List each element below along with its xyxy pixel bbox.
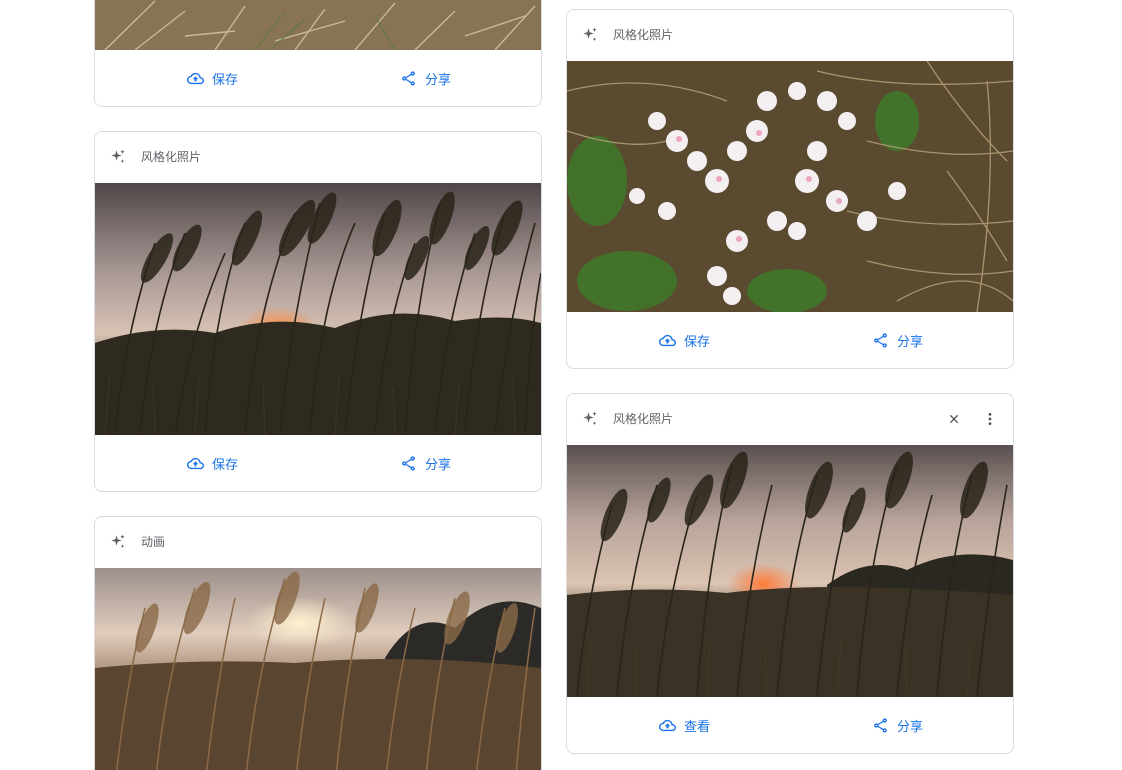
share-icon — [874, 718, 887, 733]
save-button-label: 保存 — [684, 335, 711, 350]
card-type-label: 风格化照片 — [613, 28, 674, 42]
share-button-label: 分享 — [897, 335, 924, 350]
view-button-label: 查看 — [684, 720, 711, 735]
card-actions: 保存 分享 — [567, 312, 1013, 368]
result-image[interactable] — [567, 445, 1013, 697]
result-image[interactable] — [95, 183, 541, 435]
result-image[interactable] — [95, 0, 541, 50]
sparkle-icon — [111, 149, 125, 163]
close-icon — [949, 414, 959, 424]
sparkle-icon — [111, 534, 125, 548]
card-type-label: 风格化照片 — [613, 412, 674, 426]
share-icon — [402, 71, 415, 86]
card-actions: 查看 分享 — [567, 697, 1013, 753]
card-header: 动画 — [95, 517, 541, 568]
result-card: 保存 分享 — [94, 0, 542, 107]
card-header: 风格化照片 — [567, 394, 1013, 445]
share-icon — [402, 456, 415, 471]
result-image[interactable] — [567, 61, 1013, 312]
close-button[interactable] — [942, 407, 966, 431]
share-icon — [874, 333, 887, 348]
cloud-upload-icon — [187, 457, 204, 470]
save-button[interactable]: 保存 — [187, 435, 239, 491]
card-type-label: 动画 — [141, 535, 166, 549]
card-header: 风格化照片 — [95, 132, 541, 183]
results-feed: 保存 分享 风格化照片 保存 分享 动画 风格化照片 保存 分享 风格化照片 查… — [0, 0, 1122, 770]
result-card: 风格化照片 — [94, 131, 542, 492]
cloud-upload-icon — [187, 72, 204, 85]
share-button[interactable]: 分享 — [872, 312, 924, 368]
share-button-label: 分享 — [425, 73, 452, 88]
share-button-label: 分享 — [897, 720, 924, 735]
cloud-upload-icon — [659, 719, 676, 732]
save-button[interactable]: 保存 — [659, 312, 711, 368]
sparkle-icon — [583, 27, 597, 41]
share-button[interactable]: 分享 — [400, 50, 452, 106]
result-card: 风格化照片 — [566, 9, 1014, 369]
sparkle-icon — [583, 411, 597, 425]
cloud-upload-icon — [659, 334, 676, 347]
view-button[interactable]: 查看 — [659, 697, 711, 753]
result-animation[interactable] — [95, 568, 541, 770]
save-button-label: 保存 — [212, 73, 239, 88]
save-button[interactable]: 保存 — [187, 50, 239, 106]
result-card: 风格化照片 — [566, 393, 1014, 754]
card-header: 风格化照片 — [567, 10, 1013, 61]
share-button[interactable]: 分享 — [872, 697, 924, 753]
card-actions: 保存 分享 — [95, 435, 541, 491]
result-card: 动画 — [94, 516, 542, 770]
share-button-label: 分享 — [425, 458, 452, 473]
share-button[interactable]: 分享 — [400, 435, 452, 491]
card-actions: 保存 分享 — [95, 50, 541, 106]
save-button-label: 保存 — [212, 458, 239, 473]
more-options-button[interactable] — [978, 407, 1002, 431]
card-type-label: 风格化照片 — [141, 150, 202, 164]
more-vert-icon — [988, 413, 992, 425]
